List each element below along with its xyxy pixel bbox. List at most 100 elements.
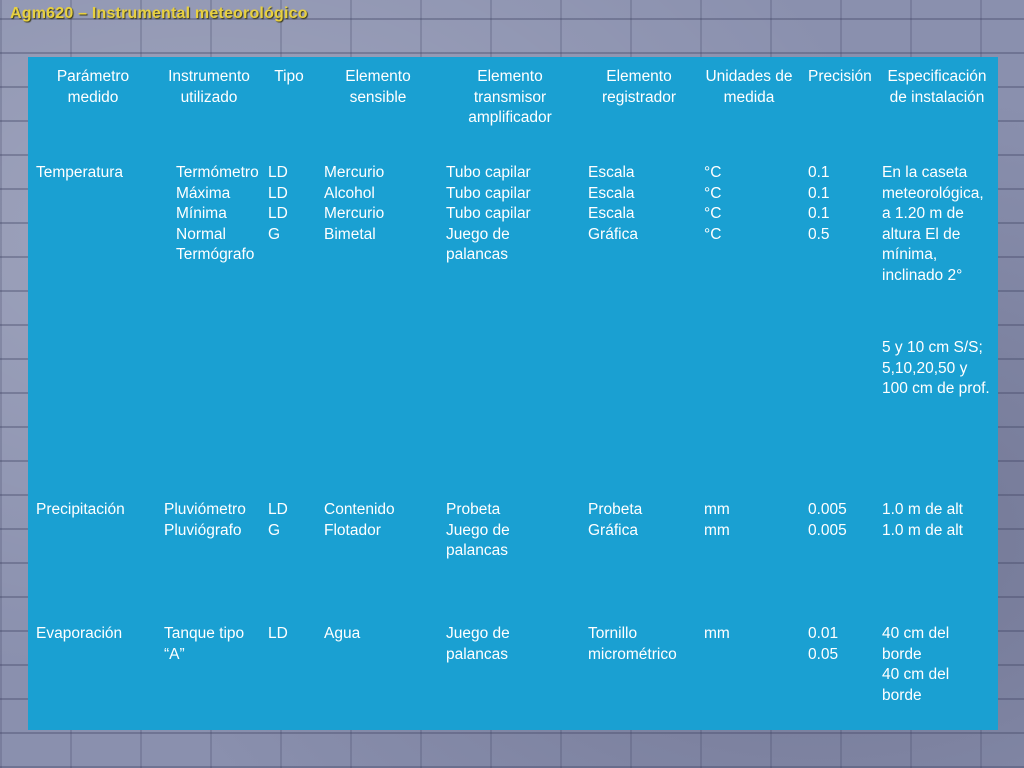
cell-elemento-transmisor: Tubo capilar Tubo capilar Tubo capilar J… <box>438 153 580 490</box>
cell-line: Flotador <box>324 521 381 539</box>
cell-line: 40 cm del borde <box>882 666 950 704</box>
header-elemento-transmisor: Elemento transmisor amplificador <box>468 68 552 126</box>
cell-line: Gráfica <box>588 521 638 539</box>
cell-especificacion: 40 cm del borde 40 cm del borde <box>874 614 998 730</box>
cell-line: Normal <box>176 225 226 243</box>
cell-line: °C <box>704 164 722 181</box>
cell-precision: 0.1 0.1 0.1 0.5 <box>800 153 874 490</box>
cell-line: G <box>268 521 281 539</box>
cell-line: Mercurio <box>324 164 385 181</box>
cell-elemento-sensible: Mercurio Alcohol Mercurio Bimetal <box>316 153 438 490</box>
cell-line: Tubo capilar <box>446 184 531 202</box>
cell-line: °C <box>704 205 722 222</box>
cell-line: 0.5 <box>808 225 830 243</box>
cell-line: 0.005 <box>808 521 847 539</box>
cell-tipo: LD LD LD G <box>260 153 316 490</box>
cell-instrumento: Pluviómetro Pluviógrafo <box>156 490 260 614</box>
cell-line: 5 y 10 cm S/S; 5,10,20,50 y 100 cm de pr… <box>882 339 990 397</box>
cell-line: 1.0 m de alt <box>882 521 963 539</box>
cell-instrumento: Tanque tipo “A” <box>156 614 260 730</box>
instruments-table: Parámetro medido Instrumento utilizado T… <box>28 57 998 730</box>
cell-line: 0.01 <box>808 625 839 642</box>
cell-line: Tubo capilar <box>446 164 531 181</box>
cell-parametro: Temperatura <box>36 164 124 181</box>
cell-line: 1.0 m de alt <box>882 501 963 518</box>
cell-line: Pluviómetro <box>164 501 246 518</box>
cell-line: LD <box>268 625 288 642</box>
cell-line: LD <box>268 205 288 222</box>
cell-line: Escala <box>588 164 635 181</box>
cell-elemento-registrador: Tornillo micrométrico <box>580 614 696 730</box>
cell-line: 0.1 <box>808 184 830 202</box>
cell-line: Mínima <box>176 205 227 222</box>
cell-line: Termómetro <box>176 164 259 181</box>
cell-line: 0.005 <box>808 501 847 518</box>
cell-line: Alcohol <box>324 184 375 202</box>
cell-line: 40 cm del borde <box>882 625 950 663</box>
table-header-row: Parámetro medido Instrumento utilizado T… <box>28 57 998 153</box>
cell-unidades: °C °C °C °C <box>696 153 800 490</box>
header-tipo: Tipo <box>274 68 304 85</box>
cell-line: Probeta <box>446 501 501 518</box>
table-row: Evaporación Tanque tipo “A” LD Agua Jueg… <box>28 614 998 730</box>
cell-line: Tornillo micrométrico <box>588 625 677 663</box>
header-precision: Precisión <box>808 68 872 85</box>
header-parametro: Parámetro medido <box>56 68 130 106</box>
cell-elemento-registrador: Escala Escala Escala Gráfica <box>580 153 696 490</box>
cell-line: G <box>268 225 281 243</box>
cell-parametro: Evaporación <box>36 625 123 642</box>
cell-line: Contenido <box>324 501 395 518</box>
cell-line: °C <box>704 225 722 243</box>
cell-line: Agua <box>324 625 361 642</box>
cell-line: 0.05 <box>808 645 839 663</box>
header-elemento-registrador: Elemento registrador <box>601 68 677 106</box>
header-unidades: Unidades de medida <box>705 68 793 106</box>
cell-line: Mercurio <box>324 205 385 222</box>
cell-elemento-registrador: Probeta Gráfica <box>580 490 696 614</box>
cell-line: Juego de palancas <box>446 521 510 560</box>
instruments-table-panel: Parámetro medido Instrumento utilizado T… <box>28 57 998 730</box>
cell-instrumento: Termómetro Máxima Mínima Normal Termógra… <box>156 153 260 490</box>
cell-line: mm <box>704 501 730 518</box>
cell-line: 0.1 <box>808 164 830 181</box>
cell-line: Pluviógrafo <box>164 521 242 539</box>
cell-line: LD <box>268 501 288 518</box>
header-elemento-sensible: Elemento sensible <box>345 68 411 106</box>
cell-precision: 0.01 0.05 <box>800 614 874 730</box>
cell-line: En la caseta meteorológica, a 1.20 m de … <box>882 164 984 284</box>
cell-unidades: mm mm <box>696 490 800 614</box>
cell-line: 0.1 <box>808 205 830 222</box>
cell-elemento-sensible: Contenido Flotador <box>316 490 438 614</box>
cell-tipo: LD G <box>260 490 316 614</box>
cell-line: Escala <box>588 205 635 222</box>
cell-line: Escala <box>588 184 635 202</box>
cell-line: Tubo capilar <box>446 205 531 222</box>
cell-elemento-sensible: Agua <box>316 614 438 730</box>
cell-line: mm <box>704 521 730 539</box>
cell-line: Juego de palancas <box>446 625 510 663</box>
cell-elemento-transmisor: Juego de palancas <box>438 614 580 730</box>
table-row: Temperatura Termómetro Máxima Mínima Nor… <box>28 153 998 490</box>
cell-line: Probeta <box>588 501 643 518</box>
header-especificacion: Especificación de instalación <box>887 68 987 106</box>
cell-line: Bimetal <box>324 225 376 243</box>
cell-unidades: mm <box>696 614 800 730</box>
cell-parametro: Precipitación <box>36 501 125 518</box>
cell-line: mm <box>704 625 730 642</box>
cell-line: Juego de palancas <box>446 225 510 264</box>
cell-spacer <box>882 286 992 338</box>
cell-line: Gráfica <box>588 225 638 243</box>
cell-elemento-transmisor: Probeta Juego de palancas <box>438 490 580 614</box>
slide-title: Agm620 – Instrumental meteorológico <box>10 5 308 22</box>
cell-line: °C <box>704 184 722 202</box>
cell-especificacion: En la caseta meteorológica, a 1.20 m de … <box>874 153 998 490</box>
header-instrumento: Instrumento utilizado <box>168 68 250 106</box>
cell-line: Máxima <box>176 184 231 202</box>
cell-precision: 0.005 0.005 <box>800 490 874 614</box>
cell-especificacion: 1.0 m de alt 1.0 m de alt <box>874 490 998 614</box>
cell-tipo: LD <box>260 614 316 730</box>
table-row: Precipitación Pluviómetro Pluviógrafo LD… <box>28 490 998 614</box>
cell-line: LD <box>268 184 288 202</box>
cell-line: LD <box>268 164 288 181</box>
cell-line: Tanque tipo “A” <box>164 625 245 663</box>
